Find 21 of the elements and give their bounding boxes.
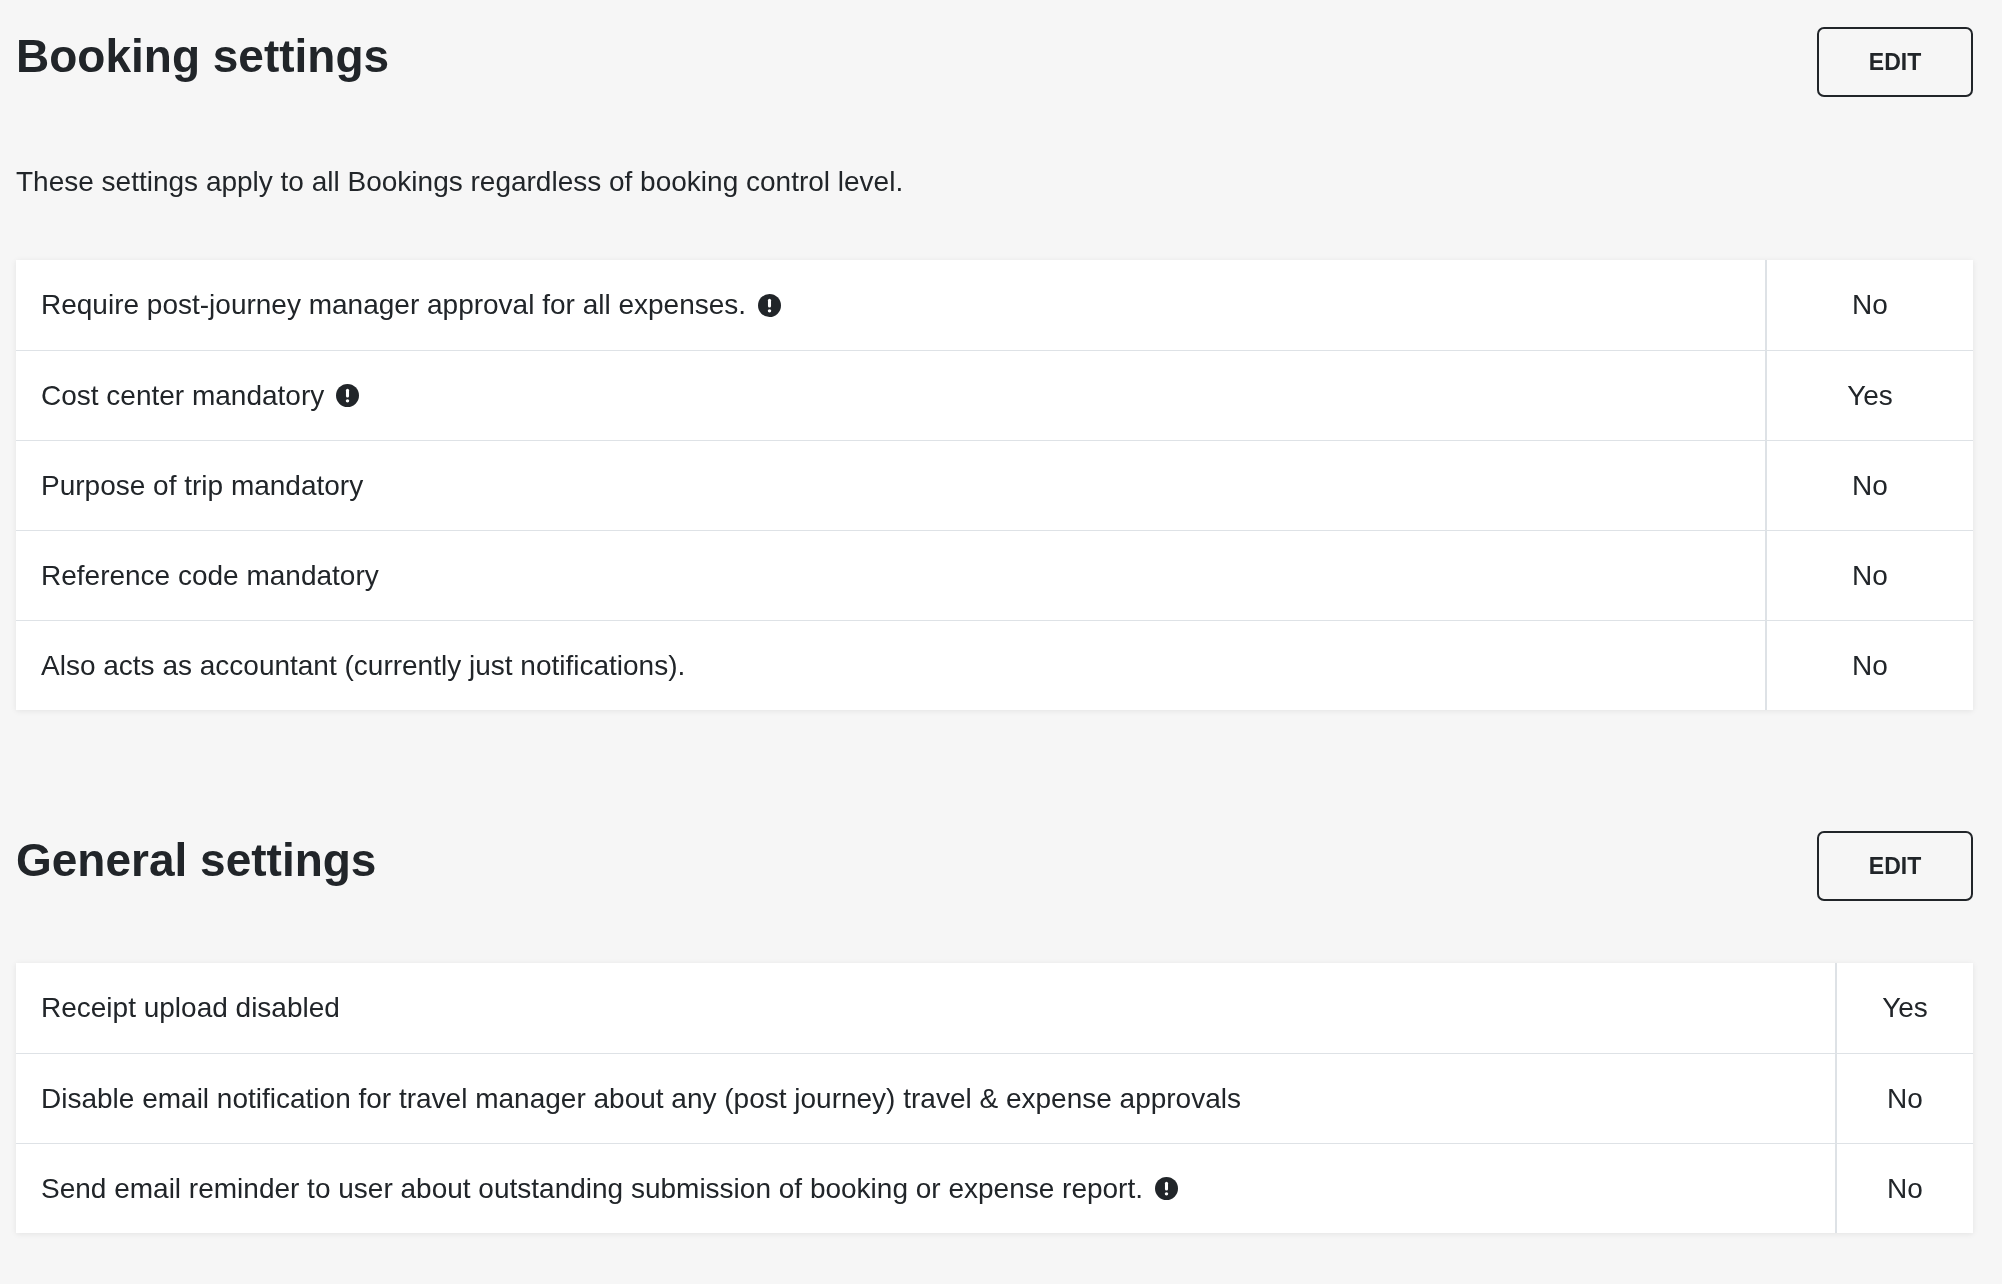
setting-label: Send email reminder to user about outstanding submission of booking or expense report. [41, 1172, 1143, 1205]
section-title: General settings [16, 833, 377, 888]
setting-value: No [1852, 649, 1888, 682]
edit-button[interactable]: EDIT [1817, 27, 1973, 97]
setting-label: Require post-journey manager approval for all expenses. [41, 289, 747, 321]
setting-label: Receipt upload disabled [41, 992, 340, 1024]
setting-label: Cost center mandatory [41, 379, 325, 412]
setting-value: Yes [1882, 992, 1928, 1024]
setting-value: No [1887, 1082, 1923, 1115]
setting-value: No [1887, 1172, 1923, 1205]
setting-label: Purpose of trip mandatory [41, 469, 364, 502]
setting-value: No [1852, 289, 1888, 321]
setting-label: Also acts as accountant (currently just notifications). [41, 649, 686, 682]
section-title: Booking settings [16, 29, 390, 84]
setting-value: Yes [1847, 379, 1893, 412]
edit-button[interactable]: EDIT [1817, 831, 1973, 901]
setting-value: No [1852, 469, 1888, 502]
setting-label: Reference code mandatory [41, 559, 379, 592]
setting-label: Disable email notification for travel manager about any (post journey) travel & expense approvals [41, 1082, 1241, 1115]
section-description: These settings apply to all Bookings regardless of booking control level. [16, 167, 905, 197]
setting-value: No [1852, 559, 1888, 592]
